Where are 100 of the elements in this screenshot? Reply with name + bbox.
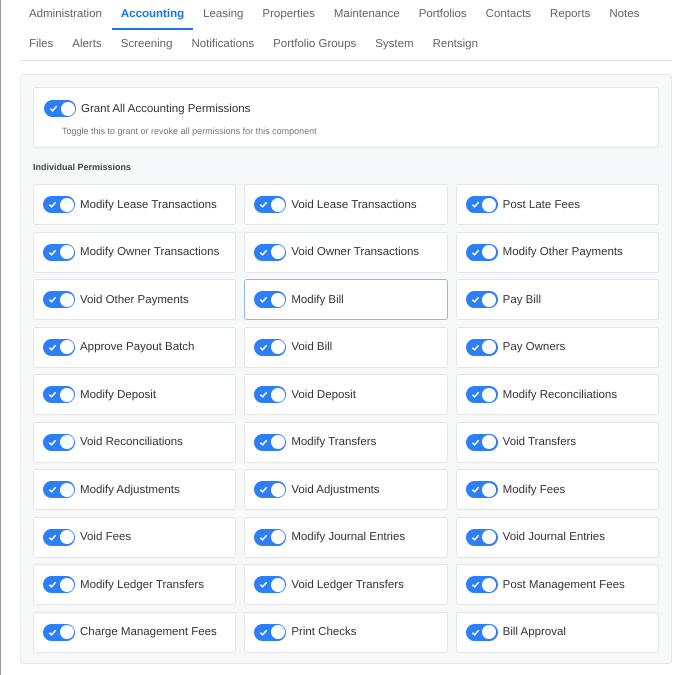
permission-card[interactable]: Modify Fees	[456, 469, 659, 510]
toggle-label: Charge Management Fees	[80, 626, 217, 638]
toggle-switch[interactable]	[466, 576, 498, 593]
toggle-switch[interactable]	[466, 291, 498, 308]
toggle-switch[interactable]	[254, 386, 286, 403]
permission-card[interactable]: Void Other Payments	[33, 279, 236, 320]
permission-card[interactable]: Modify Lease Transactions	[33, 184, 236, 225]
check-icon	[259, 580, 268, 589]
tab[interactable]: Leasing	[194, 0, 252, 30]
toggle-switch[interactable]	[254, 528, 286, 546]
permission-card[interactable]: Void Journal Entries	[456, 516, 659, 558]
permission-card[interactable]: Modify Ledger Transfers	[33, 564, 236, 605]
permission-card[interactable]: Void Fees	[33, 516, 236, 558]
check-icon	[48, 532, 57, 542]
toggle-label: Post Late Fees	[502, 198, 580, 210]
tab[interactable]: Files	[20, 30, 62, 60]
toggle-switch[interactable]	[466, 386, 498, 403]
tab[interactable]: Portfolios	[410, 0, 476, 30]
permission-card[interactable]: Post Late Fees	[456, 184, 659, 225]
toggle-label: Modify Adjustments	[80, 484, 180, 496]
tab[interactable]: Rentsign	[424, 30, 487, 60]
tab[interactable]: Reports	[541, 0, 600, 30]
toggle-switch[interactable]	[43, 481, 75, 498]
toggle-switch[interactable]	[43, 434, 75, 450]
permission-card[interactable]: Void Ledger Transfers	[244, 564, 448, 605]
tab[interactable]: Alerts	[63, 30, 111, 60]
toggle-switch[interactable]	[43, 338, 75, 356]
tab[interactable]: Notifications	[182, 30, 264, 60]
toggle-switch[interactable]	[466, 196, 498, 213]
tab[interactable]: Portfolio Groups	[264, 30, 366, 60]
toggle-switch[interactable]	[466, 244, 498, 260]
toggle-switch[interactable]	[254, 576, 286, 593]
tab[interactable]: System	[366, 30, 423, 60]
permission-card[interactable]: Void Owner Transactions	[244, 232, 448, 272]
description-text: Toggle this to grant or revoke all permissions for this component	[62, 126, 318, 136]
toggle-switch[interactable]	[254, 481, 286, 498]
permission-card[interactable]: Bill Approval	[456, 612, 659, 652]
tab[interactable]: Contacts	[476, 0, 540, 30]
toggle-label: Modify Transfers	[291, 436, 376, 448]
check-icon	[259, 342, 268, 352]
toggle-switch[interactable]	[466, 481, 498, 498]
permission-card[interactable]: Void Bill	[244, 326, 448, 368]
toggle-label: Void Bill	[291, 341, 332, 353]
permission-card[interactable]: Void Deposit	[244, 374, 448, 415]
toggle-switch[interactable]	[43, 624, 75, 640]
permission-card[interactable]: Modify Deposit	[33, 374, 236, 415]
toggle-switch[interactable]	[254, 338, 286, 356]
toggle-label: Void Reconciliations	[80, 436, 183, 448]
toggle-label: Void Fees	[80, 531, 132, 543]
toggle-switch[interactable]	[254, 624, 286, 640]
toggle-label: Void Deposit	[291, 388, 356, 400]
check-icon	[48, 248, 57, 256]
toggle-label: Void Transfers	[502, 436, 576, 448]
toggle-switch[interactable]	[43, 386, 75, 403]
permission-card[interactable]: Approve Payout Batch	[33, 326, 236, 368]
permission-card[interactable]: Void Lease Transactions	[244, 184, 448, 225]
toggle-switch[interactable]	[43, 291, 75, 308]
permission-card[interactable]: Pay Bill	[456, 279, 659, 320]
toggle-switch[interactable]	[254, 291, 286, 308]
permission-card[interactable]: Modify Adjustments	[33, 469, 236, 510]
toggle-switch[interactable]	[254, 196, 286, 213]
toggle-switch[interactable]	[466, 624, 498, 640]
toggle-switch[interactable]	[43, 576, 75, 593]
permission-card[interactable]: Modify Owner Transactions	[33, 232, 236, 272]
toggle-switch[interactable]	[254, 244, 286, 260]
toggle-switch[interactable]	[43, 528, 75, 546]
permission-card[interactable]: Pay Owners	[456, 326, 659, 368]
tab[interactable]: Properties	[253, 0, 324, 30]
permission-card[interactable]: Charge Management Fees	[33, 612, 236, 652]
toggle-switch[interactable]	[43, 196, 75, 213]
permission-card[interactable]: Post Management Fees	[456, 564, 659, 605]
permission-card[interactable]: Void Reconciliations	[33, 422, 236, 462]
permission-card[interactable]: Void Adjustments	[244, 469, 448, 510]
toggle-label: Modify Reconciliations	[502, 388, 618, 400]
check-icon	[259, 438, 268, 446]
permission-card[interactable]: Print Checks	[244, 612, 448, 652]
permission-card[interactable]: Modify Bill	[244, 279, 448, 320]
tab[interactable]: Accounting	[112, 0, 194, 30]
toggle-label: Pay Owners	[502, 341, 566, 353]
check-icon	[259, 390, 268, 399]
permission-card[interactable]: Modify Journal Entries	[244, 516, 448, 558]
tab[interactable]: Maintenance	[324, 0, 409, 30]
permission-card[interactable]: Modify Transfers	[244, 422, 448, 462]
permission-card[interactable]: Modify Reconciliations	[456, 374, 659, 415]
permission-card[interactable]: Modify Other Payments	[456, 232, 659, 272]
tab[interactable]: Notes	[600, 0, 648, 30]
toggle-switch[interactable]	[466, 338, 498, 356]
toggle-switch[interactable]	[466, 434, 498, 450]
permission-card[interactable]: Void Transfers	[456, 422, 659, 462]
toggle-label: Bill Approval	[502, 626, 566, 638]
toggle-label: Void Ledger Transfers	[291, 578, 404, 590]
tab[interactable]: Administration	[20, 0, 111, 30]
toggle-switch[interactable]	[44, 100, 76, 117]
check-icon	[470, 390, 480, 399]
tab[interactable]: Screening	[112, 30, 182, 60]
check-icon	[49, 104, 58, 113]
toggle-switch[interactable]	[254, 434, 286, 450]
check-icon	[259, 248, 268, 256]
toggle-switch[interactable]	[466, 528, 498, 546]
toggle-switch[interactable]	[43, 244, 75, 260]
